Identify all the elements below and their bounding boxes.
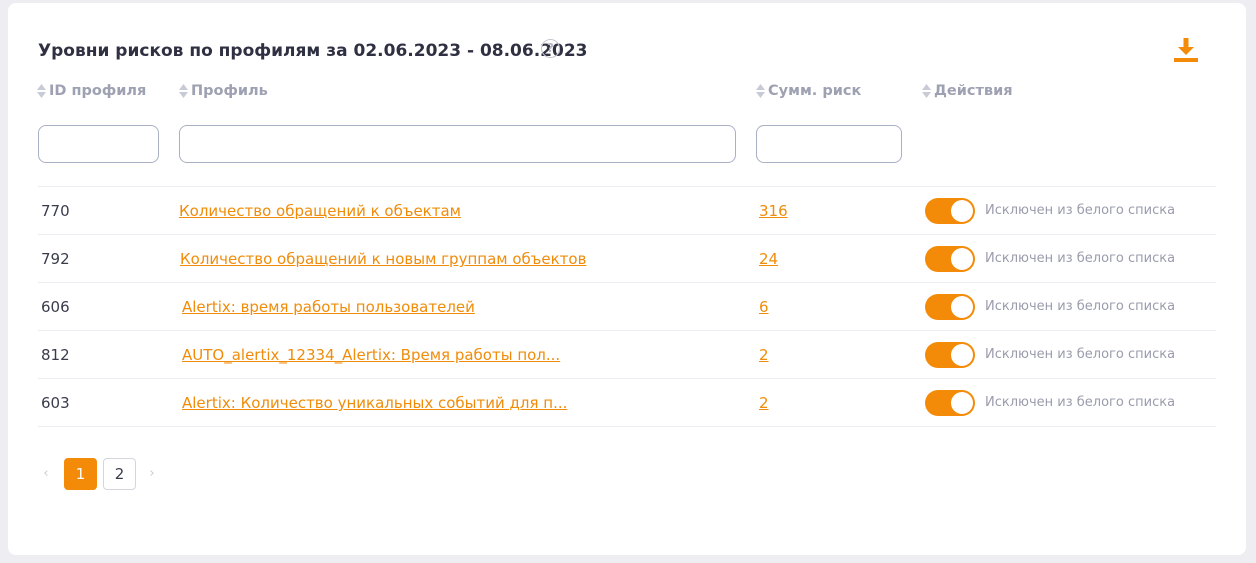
profile-id: 606 [41,298,70,316]
profile-link[interactable]: AUTO_alertix_12334_Alertix: Время работы… [182,346,560,364]
table-row: 792 Количество обращений к новым группам… [38,235,1216,283]
column-header-id[interactable]: ID профиля [37,83,146,99]
whitelist-status: Исключен из белого списка [985,347,1176,362]
pagination-next[interactable]: › [144,458,160,490]
profile-id: 770 [41,202,70,220]
sort-icon [922,84,931,98]
page-title: Уровни рисков по профилям за 02.06.2023 … [38,41,588,61]
whitelist-toggle[interactable] [925,246,975,272]
filter-risk-input[interactable] [756,125,902,163]
profile-link[interactable]: Alertix: время работы пользователей [182,298,475,316]
sort-icon [756,84,765,98]
toggle-knob [951,392,973,414]
pagination-page-2[interactable]: 2 [103,458,136,490]
column-header-actions[interactable]: Действия [922,83,1013,99]
download-icon[interactable] [1172,36,1200,64]
profile-link[interactable]: Количество обращений к объектам [179,202,461,220]
whitelist-status: Исключен из белого списка [985,251,1176,266]
profile-id: 792 [41,250,70,268]
risk-link[interactable]: 6 [759,298,769,316]
sort-icon [37,84,46,98]
column-header-profile[interactable]: Профиль [179,83,268,99]
risk-levels-card: Уровни рисков по профилям за 02.06.2023 … [8,3,1246,555]
risk-link[interactable]: 2 [759,394,769,412]
toggle-knob [951,200,973,222]
profile-link[interactable]: Количество обращений к новым группам объ… [180,250,586,268]
whitelist-status: Исключен из белого списка [985,299,1176,314]
toggle-knob [951,296,973,318]
column-header-id-label: ID профиля [49,83,147,99]
column-header-actions-label: Действия [934,83,1013,99]
table-row: 603 Alertix: Количество уникальных событ… [38,379,1216,427]
whitelist-toggle[interactable] [925,342,975,368]
profile-id: 812 [41,346,70,364]
risk-link[interactable]: 316 [759,202,788,220]
table-row: 812 AUTO_alertix_12334_Alertix: Время ра… [38,331,1216,379]
whitelist-toggle[interactable] [925,198,975,224]
whitelist-status: Исключен из белого списка [985,395,1176,410]
column-header-profile-label: Профиль [191,83,268,99]
toggle-knob [951,248,973,270]
pagination-page-1[interactable]: 1 [64,458,97,490]
whitelist-toggle[interactable] [925,390,975,416]
profiles-table: 770 Количество обращений к объектам 316 … [38,186,1216,427]
table-row: 770 Количество обращений к объектам 316 … [38,187,1216,235]
profile-id: 603 [41,394,70,412]
table-row: 606 Alertix: время работы пользователей … [38,283,1216,331]
whitelist-toggle[interactable] [925,294,975,320]
column-header-risk-label: Сумм. риск [768,83,862,99]
help-icon[interactable]: ? [541,39,560,58]
filter-id-input[interactable] [38,125,159,163]
risk-link[interactable]: 2 [759,346,769,364]
pagination-prev[interactable]: ‹ [38,458,54,490]
column-header-risk[interactable]: Сумм. риск [756,83,861,99]
whitelist-status: Исключен из белого списка [985,203,1176,218]
profile-link[interactable]: Alertix: Количество уникальных событий д… [182,394,567,412]
risk-link[interactable]: 24 [759,250,778,268]
toggle-knob [951,344,973,366]
filter-profile-input[interactable] [179,125,736,163]
sort-icon [179,84,188,98]
